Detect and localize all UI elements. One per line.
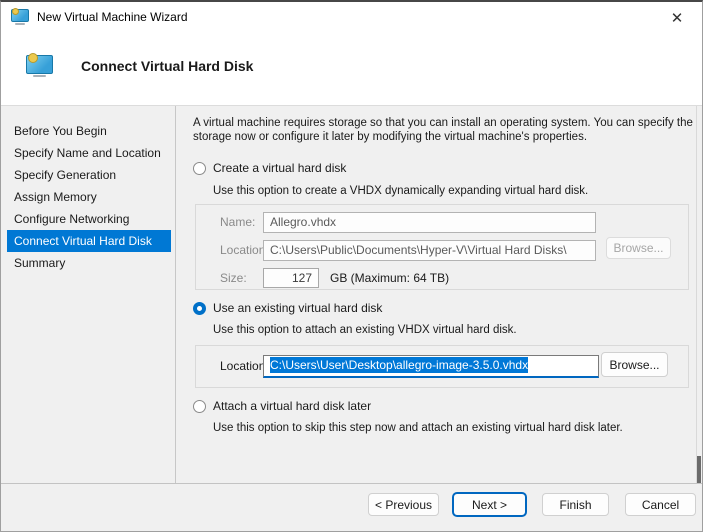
wizard-header: Connect Virtual Hard Disk (1, 32, 702, 106)
finish-button[interactable]: Finish (542, 493, 609, 516)
name-field[interactable]: Allegro.vhdx (263, 212, 596, 233)
titlebar: New Virtual Machine Wizard ✕ (1, 2, 702, 32)
size-field[interactable]: 127 (263, 268, 319, 288)
footer: < Previous Next > Finish Cancel (1, 483, 702, 531)
sidebar-item-before-you-begin[interactable]: Before You Begin (1, 120, 171, 142)
sidebar-item-assign-memory[interactable]: Assign Memory (1, 186, 171, 208)
name-label: Name: (220, 215, 256, 229)
existing-location-label: Location: (220, 359, 269, 373)
next-button[interactable]: Next > (453, 493, 526, 516)
existing-groupbox: Location: C:\Users\User\Desktop\allegro-… (195, 345, 689, 388)
existing-location-field[interactable]: C:\Users\User\Desktop\allegro-image-3.5.… (263, 355, 599, 378)
create-groupbox: Name: Allegro.vhdx Location: C:\Users\Pu… (195, 204, 689, 290)
sidebar: Before You Begin Specify Name and Locati… (1, 106, 176, 483)
sidebar-item-summary[interactable]: Summary (1, 252, 171, 274)
existing-description: Use this option to attach an existing VH… (213, 324, 517, 336)
size-suffix: GB (Maximum: 64 TB) (330, 271, 450, 285)
header-icon (26, 53, 53, 77)
size-label: Size: (220, 271, 247, 285)
page-title: Connect Virtual Hard Disk (81, 58, 254, 74)
content-pane: A virtual machine requires storage so th… (177, 106, 697, 483)
existing-browse-button[interactable]: Browse... (601, 352, 668, 377)
create-location-field[interactable]: C:\Users\Public\Documents\Hyper-V\Virtua… (263, 240, 596, 261)
scrollbar-thumb[interactable] (697, 456, 701, 486)
radio-existing-label[interactable]: Use an existing virtual hard disk (213, 301, 382, 315)
sidebar-item-configure-networking[interactable]: Configure Networking (1, 208, 171, 230)
selected-path-text: C:\Users\User\Desktop\allegro-image-3.5.… (270, 357, 529, 373)
sidebar-item-connect-virtual-hard-disk[interactable]: Connect Virtual Hard Disk (7, 230, 171, 252)
radio-create-label[interactable]: Create a virtual hard disk (213, 161, 346, 175)
wizard-dialog: New Virtual Machine Wizard ✕ Connect Vir… (0, 0, 703, 532)
radio-later-label[interactable]: Attach a virtual hard disk later (213, 399, 371, 413)
radio-use-existing-virtual-hard-disk[interactable] (193, 302, 206, 315)
close-icon[interactable]: ✕ (660, 5, 694, 30)
cancel-button[interactable]: Cancel (625, 493, 696, 516)
radio-attach-later[interactable] (193, 400, 206, 413)
wizard-body: Before You Begin Specify Name and Locati… (1, 106, 702, 486)
previous-button[interactable]: < Previous (368, 493, 439, 516)
radio-create-virtual-hard-disk[interactable] (193, 162, 206, 175)
create-browse-button[interactable]: Browse... (606, 237, 671, 259)
create-location-label: Location: (220, 243, 269, 257)
window-title: New Virtual Machine Wizard (37, 10, 188, 24)
create-description: Use this option to create a VHDX dynamic… (213, 185, 589, 197)
sidebar-item-specify-generation[interactable]: Specify Generation (1, 164, 171, 186)
later-description: Use this option to skip this step now an… (213, 422, 623, 434)
app-icon (11, 8, 29, 25)
sidebar-item-specify-name-location[interactable]: Specify Name and Location (1, 142, 171, 164)
intro-text: A virtual machine requires storage so th… (193, 117, 693, 143)
